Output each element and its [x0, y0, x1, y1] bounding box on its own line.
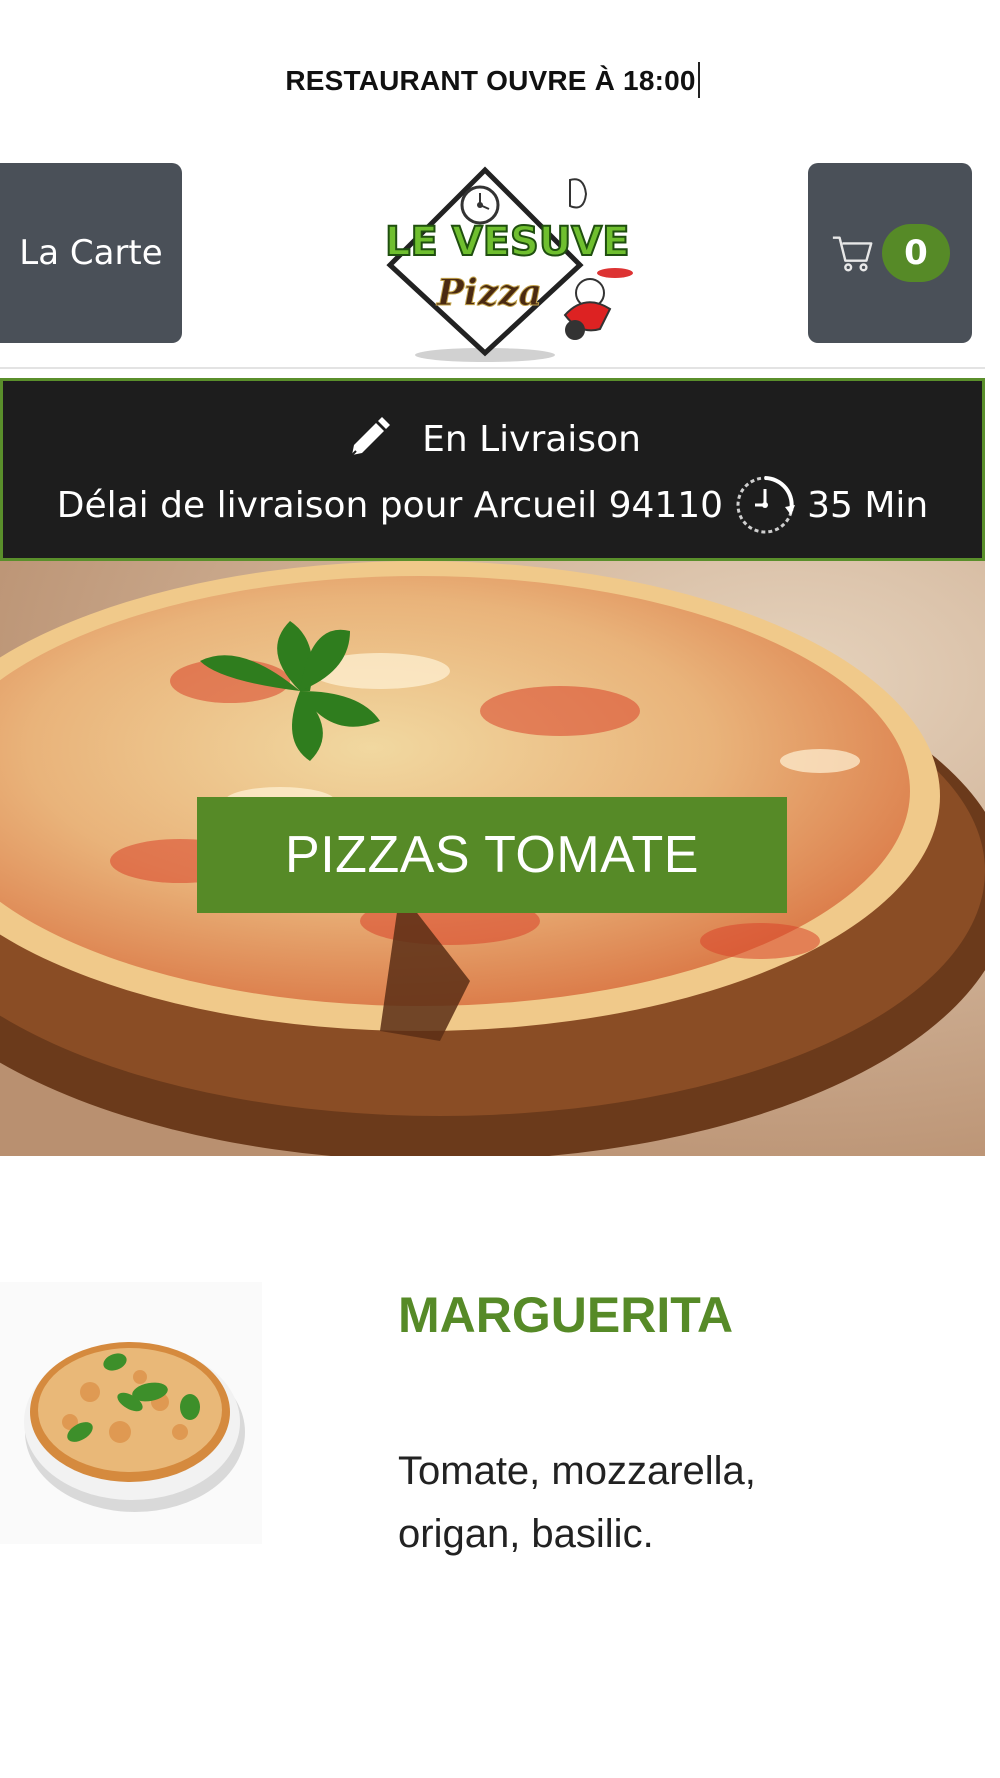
- delivery-delay-text: Délai de livraison pour Arcueil 94110: [56, 484, 724, 526]
- cart-count-badge: 0: [882, 224, 950, 282]
- delivery-mode-label: En Livraison: [422, 418, 641, 460]
- logo-graphic: LE VESUVE Pizza: [384, 166, 633, 362]
- pencil-icon: [351, 417, 391, 456]
- cart-icon: [832, 236, 873, 272]
- product-description: Tomate, mozzarella, origan, basilic.: [398, 1449, 756, 1556]
- clock-icon: [736, 476, 796, 534]
- product-name[interactable]: MARGUERITA: [398, 1286, 733, 1344]
- menu-button[interactable]: La Carte: [0, 163, 182, 343]
- header-divider: [0, 367, 985, 369]
- logo-text-top: LE VESUVE: [385, 219, 630, 265]
- delivery-delay-value: 35 Min: [807, 484, 929, 526]
- delivery-mode-toggle[interactable]: En Livraison: [3, 415, 982, 463]
- logo-text-bottom: Pizza: [436, 272, 542, 314]
- restaurant-logo[interactable]: LE VESUVE Pizza: [365, 165, 635, 365]
- menu-button-label: La Carte: [19, 233, 163, 273]
- cart-button[interactable]: 0: [808, 163, 972, 343]
- margherita-photo: [24, 1342, 245, 1512]
- delivery-banner: En Livraison Délai de livraison pour Arc…: [0, 378, 985, 561]
- opening-notice-text: RESTAURANT OUVRE À 18:00: [285, 65, 696, 96]
- category-title: PIZZAS TOMATE: [197, 797, 787, 913]
- opening-notice: RESTAURANT OUVRE À 18:00: [0, 62, 985, 98]
- product-image[interactable]: [0, 1282, 262, 1544]
- text-caret: [697, 62, 700, 98]
- delivery-delay: Délai de livraison pour Arcueil 94110 35…: [3, 473, 982, 537]
